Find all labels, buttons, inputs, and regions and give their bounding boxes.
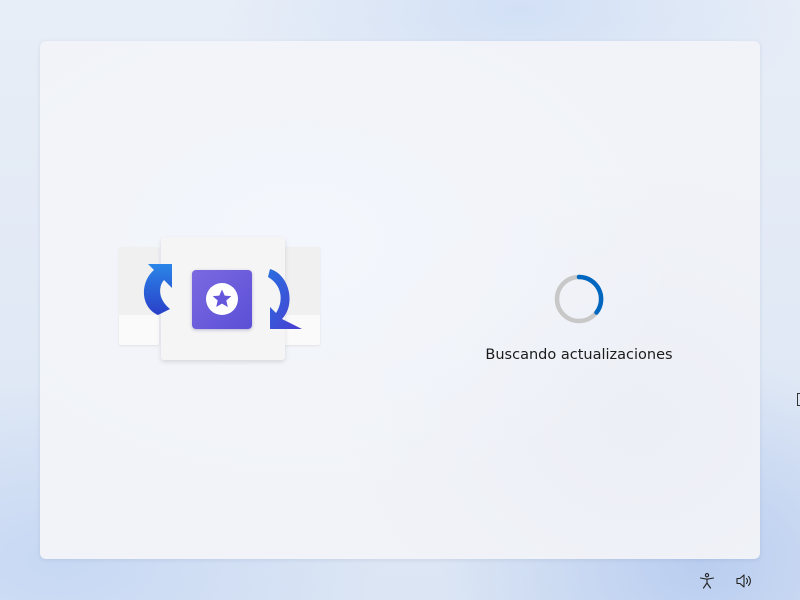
- accessibility-icon[interactable]: [698, 572, 716, 590]
- volume-icon[interactable]: [735, 572, 753, 590]
- status-text: Buscando actualizaciones: [485, 347, 673, 363]
- star-app-icon: [192, 270, 252, 329]
- progress-ring-icon: [554, 274, 604, 324]
- update-illustration-icon: [118, 237, 322, 363]
